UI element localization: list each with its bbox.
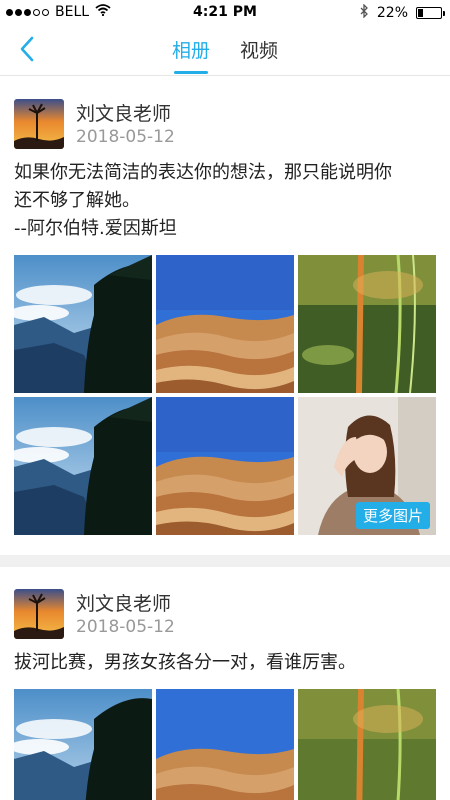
photo-grid: 更多图片	[14, 255, 436, 535]
photo-mountain[interactable]	[14, 689, 152, 800]
post-header: 刘文良老师 2018-05-12	[14, 77, 436, 149]
post-text: 如果你无法简洁的表达你的想法，那只能说明你 还不够了解她。 --阿尔伯特.爱因斯…	[14, 159, 436, 243]
battery-fill	[418, 9, 423, 17]
tab-album-label: 相册	[171, 40, 210, 62]
tab-bar: 相册 视频	[0, 26, 450, 76]
tab-video-label: 视频	[240, 40, 279, 62]
photo-mountain[interactable]	[14, 397, 152, 535]
status-right: 22%	[360, 3, 445, 22]
author-name[interactable]: 刘文良老师	[76, 99, 171, 126]
post-text-line: 如果你无法简洁的表达你的想法，那只能说明你	[14, 162, 392, 183]
post-text-line: 还不够了解她。	[14, 190, 140, 211]
post-text-line: 拔河比赛，男孩女孩各分一对，看谁厉害。	[14, 652, 356, 673]
post-text: 拔河比赛，男孩女孩各分一对，看谁厉害。	[14, 649, 436, 677]
post-date: 2018-05-12	[76, 617, 175, 637]
battery-icon	[416, 7, 445, 19]
feed: 刘文良老师 2018-05-12 如果你无法简洁的表达你的想法，那只能说明你 还…	[0, 77, 450, 800]
avatar[interactable]	[14, 99, 64, 149]
nav-bar: 相册 视频	[0, 26, 450, 76]
photo-canyon[interactable]	[156, 255, 294, 393]
photo-canyon[interactable]	[156, 397, 294, 535]
status-bar: BELL 4:21 PM 22%	[0, 0, 450, 26]
author-name[interactable]: 刘文良老师	[76, 589, 171, 616]
photo-lake[interactable]	[298, 255, 436, 393]
tab-album[interactable]: 相册	[172, 26, 210, 76]
photo-lake[interactable]	[298, 689, 436, 800]
tab-active-indicator	[173, 71, 208, 74]
post-card: 刘文良老师 2018-05-12 如果你无法简洁的表达你的想法，那只能说明你 还…	[0, 77, 450, 535]
post-text-line: --阿尔伯特.爱因斯坦	[14, 218, 177, 239]
post-date: 2018-05-12	[76, 127, 175, 147]
photo-grid	[14, 689, 436, 800]
bluetooth-icon	[360, 3, 369, 22]
photo-mountain[interactable]	[14, 255, 152, 393]
post-divider	[0, 555, 450, 567]
battery-percent: 22%	[376, 5, 408, 21]
tab-video[interactable]: 视频	[240, 26, 278, 76]
post-card: 刘文良老师 2018-05-12 拔河比赛，男孩女孩各分一对，看谁厉害。	[0, 567, 450, 800]
post-header: 刘文良老师 2018-05-12	[14, 567, 436, 639]
avatar[interactable]	[14, 589, 64, 639]
photo-canyon[interactable]	[156, 689, 294, 800]
photo-portrait[interactable]: 更多图片	[298, 397, 436, 535]
more-photos-button[interactable]: 更多图片	[355, 502, 430, 529]
